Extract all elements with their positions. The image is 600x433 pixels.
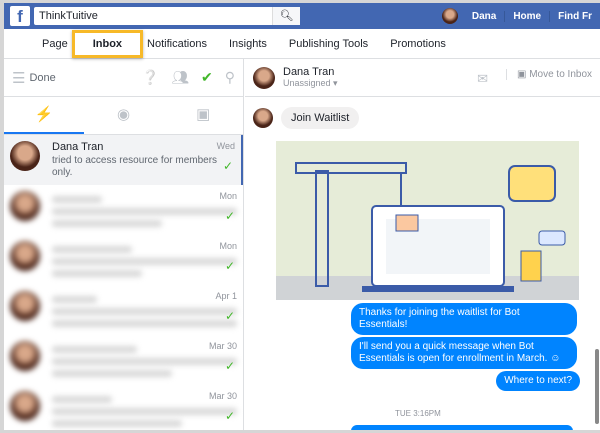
avatar xyxy=(10,341,40,371)
avatar[interactable] xyxy=(441,8,458,24)
tab-publishing-tools[interactable]: Publishing Tools xyxy=(289,38,368,50)
quick-reply-button[interactable]: Join Waitlist xyxy=(281,107,360,129)
check-icon: ✓ xyxy=(224,209,235,223)
tab-inbox[interactable]: Inbox xyxy=(71,29,144,58)
date: Mon xyxy=(219,241,237,251)
avatar xyxy=(10,191,40,221)
avatar xyxy=(10,291,40,321)
date: Mar 30 xyxy=(208,391,237,401)
message-bubble: Thanks for joining the waitlist for Bot … xyxy=(351,303,577,335)
thread-pane: Dana Tran Unassigned ▾ ✉ ▣ Move to Inbox … xyxy=(245,59,600,430)
date: Mar 30 xyxy=(208,341,237,351)
search-value: ThinkTuitive xyxy=(39,10,98,22)
conversation-item[interactable]: Mon ✓ xyxy=(4,235,243,285)
avatar xyxy=(253,66,275,89)
tab-promotions[interactable]: Promotions xyxy=(390,38,446,50)
find-friends-link[interactable]: Find Fr xyxy=(549,10,600,22)
check-icon: ✓ xyxy=(224,409,235,423)
page-nav: Page Inbox Notifications Insights Publis… xyxy=(4,29,600,59)
message-bubble: I'll send you a quick message when Bot E… xyxy=(351,337,577,369)
facebook-logo[interactable]: f xyxy=(10,6,30,26)
home-link[interactable]: Home xyxy=(504,10,549,22)
tab-page[interactable]: Page xyxy=(42,38,68,50)
search-icon[interactable]: ⚲ xyxy=(225,69,235,86)
people-icon[interactable]: 👥︎ xyxy=(171,69,189,86)
avatar xyxy=(253,108,273,128)
top-bar: f ThinkTuitive 🔍︎ Dana Home Find Fr xyxy=(4,3,600,29)
construction-illustration xyxy=(276,141,579,300)
message-bubble xyxy=(351,425,573,430)
search-icon[interactable]: 🔍︎ xyxy=(272,7,300,25)
thread-contact-name: Dana Tran xyxy=(283,66,335,78)
help-icon[interactable]: ❔ xyxy=(142,69,159,86)
avatar xyxy=(10,241,40,271)
message-preview: tried to access resource for members onl… xyxy=(52,155,218,178)
chat-check-icon[interactable]: ✔ xyxy=(201,69,213,86)
conversation-list-pane: ☰ Done ❔ 👥︎ ✔ ⚲ ⚡ ◉ ▣ Dana Tran tried to … xyxy=(4,59,244,430)
user-link[interactable]: Dana xyxy=(464,11,504,22)
check-icon: ✓ xyxy=(224,309,235,323)
instagram-tab[interactable]: ▣ xyxy=(163,97,243,134)
avatar xyxy=(10,391,40,421)
tab-notifications[interactable]: Notifications xyxy=(147,38,207,50)
date: Mon xyxy=(219,191,237,201)
assignee-dropdown[interactable]: Unassigned ▾ xyxy=(283,78,338,89)
check-icon: ✓ xyxy=(222,159,233,173)
date: Apr 1 xyxy=(215,291,237,301)
inbox-tray-icon: ▣ xyxy=(516,69,527,80)
avatar xyxy=(10,141,40,171)
mail-icon[interactable]: ✉ xyxy=(477,71,488,87)
conversation-item[interactable]: Apr 1 ✓ xyxy=(4,285,243,335)
conversation-item[interactable]: Dana Tran tried to access resource for me… xyxy=(4,135,243,185)
search-input[interactable]: ThinkTuitive 🔍︎ xyxy=(34,7,300,25)
check-icon: ✓ xyxy=(224,259,235,273)
menu-icon[interactable]: ☰ xyxy=(12,69,25,87)
tab-insights[interactable]: Insights xyxy=(229,38,267,50)
check-icon: ✓ xyxy=(224,359,235,373)
move-label: Move to Inbox xyxy=(529,69,592,80)
scrollbar[interactable] xyxy=(595,349,599,424)
messenger-tab[interactable]: ⚡ xyxy=(4,97,84,134)
message-bubble: Where to next? xyxy=(496,371,580,391)
conversation-item[interactable]: Mar 30 ✓ xyxy=(4,335,243,385)
date: Wed xyxy=(216,141,235,151)
inbox-window: f ThinkTuitive 🔍︎ Dana Home Find Fr Page … xyxy=(4,3,600,430)
timestamp: TUE 3:16PM xyxy=(395,409,441,418)
facebook-tab[interactable]: ◉ xyxy=(84,97,164,134)
conversation-item[interactable]: Mar 30 ✓ xyxy=(4,385,243,430)
conversation-item[interactable]: Mon ✓ xyxy=(4,185,243,235)
done-filter[interactable]: Done xyxy=(29,72,55,84)
contact-name: Dana Tran xyxy=(52,141,104,153)
assignee-value: Unassigned xyxy=(283,78,331,88)
move-to-inbox-button[interactable]: ▣ Move to Inbox xyxy=(505,69,592,80)
